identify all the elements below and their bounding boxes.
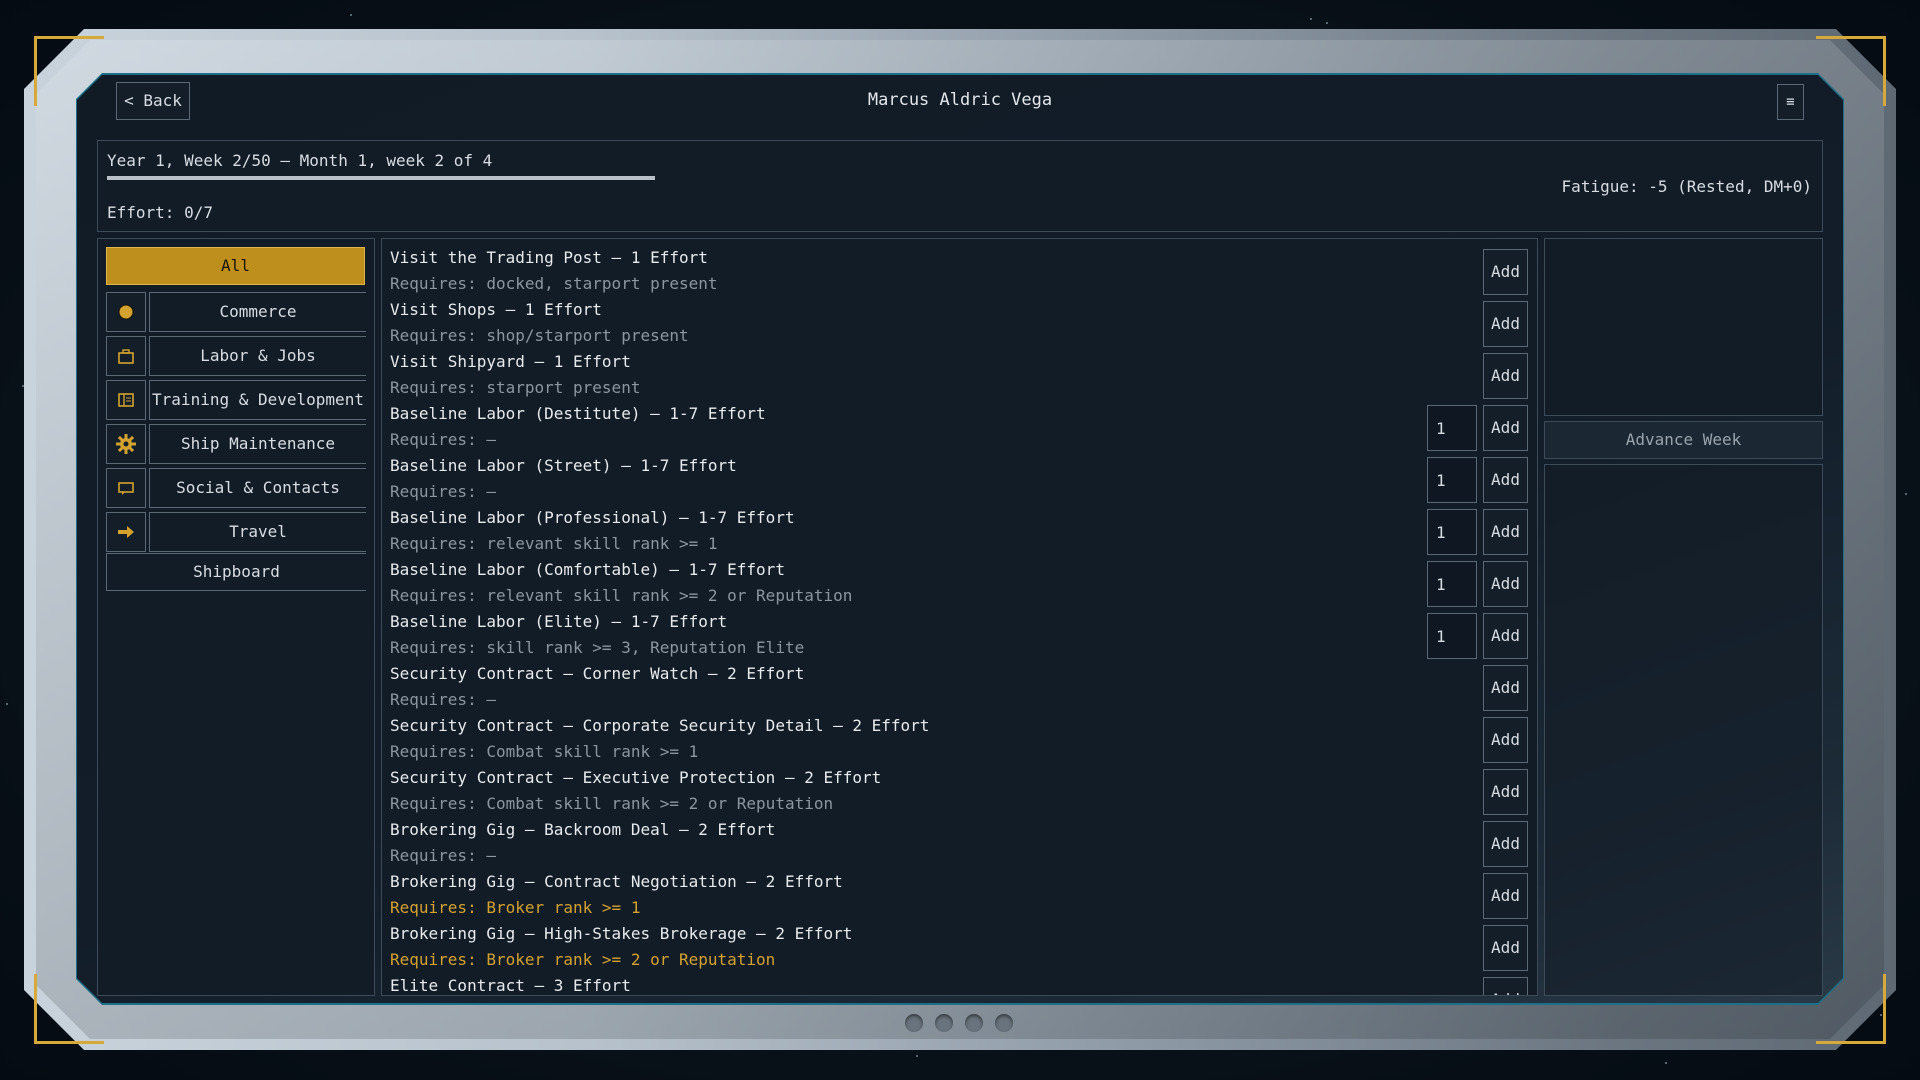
- add-activity-button[interactable]: Add: [1483, 249, 1528, 295]
- star: [1905, 493, 1907, 495]
- date-line: Year 1, Week 2/50 — Month 1, week 2 of 4: [107, 151, 493, 170]
- activity-row: Elite Contract — 3 Effort Add: [390, 967, 1528, 995]
- star: [916, 1055, 918, 1057]
- activity-row: Baseline Labor (Professional) — 1-7 Effo…: [390, 499, 1528, 555]
- briefcase-icon: [106, 336, 146, 376]
- activity-row: Baseline Labor (Street) — 1-7 Effort Requ…: [390, 447, 1528, 503]
- category-all[interactable]: All: [106, 247, 365, 285]
- back-button[interactable]: < Back: [116, 82, 190, 120]
- schedule-queue-panel: [1544, 238, 1823, 416]
- gear-icon: [106, 424, 146, 464]
- category-label: Travel: [149, 512, 366, 552]
- details-panel: [1544, 464, 1823, 996]
- activity-name: Visit Shipyard — 1 Effort: [390, 352, 631, 371]
- activity-name: Security Contract — Corporate Security D…: [390, 716, 930, 735]
- add-activity-button[interactable]: Add: [1483, 353, 1528, 399]
- activity-name: Brokering Gig — High-Stakes Brokerage — …: [390, 924, 853, 943]
- activity-row: Brokering Gig — Backroom Deal — 2 Effort…: [390, 811, 1528, 867]
- activity-row: Security Contract — Executive Protection…: [390, 759, 1528, 815]
- add-activity-button[interactable]: Add: [1483, 873, 1528, 919]
- add-activity-button[interactable]: Add: [1483, 925, 1528, 971]
- add-activity-button[interactable]: Add: [1483, 405, 1528, 451]
- activity-name: Security Contract — Executive Protection…: [390, 768, 882, 787]
- effort-quantity-input[interactable]: [1427, 509, 1477, 555]
- category-shipboard[interactable]: Shipboard: [106, 553, 366, 591]
- category-social-contacts[interactable]: Social & Contacts: [106, 468, 366, 508]
- category-label: Commerce: [149, 292, 366, 332]
- activity-name: Baseline Labor (Professional) — 1-7 Effo…: [390, 508, 795, 527]
- activity-row: Security Contract — Corporate Security D…: [390, 707, 1528, 763]
- pager-dots: [905, 1014, 1013, 1032]
- activity-row: Brokering Gig — High-Stakes Brokerage — …: [390, 915, 1528, 971]
- status-panel: Year 1, Week 2/50 — Month 1, week 2 of 4…: [97, 140, 1823, 232]
- add-activity-button[interactable]: Add: [1483, 665, 1528, 711]
- page-title: Marcus Aldric Vega: [867, 90, 1053, 110]
- category-label: Social & Contacts: [149, 468, 366, 508]
- chat-icon: [106, 468, 146, 508]
- activity-row: Visit Shipyard — 1 Effort Requires: starp…: [390, 343, 1528, 399]
- add-activity-button[interactable]: Add: [1483, 821, 1528, 867]
- activity-row: Baseline Labor (Comfortable) — 1-7 Effor…: [390, 551, 1528, 607]
- category-sidebar: All Commerce Labor & Jobs Training & Dev…: [97, 238, 375, 996]
- advance-week-button[interactable]: Advance Week: [1544, 421, 1823, 459]
- star: [6, 703, 8, 705]
- activity-row: Baseline Labor (Destitute) — 1-7 Effort R…: [390, 395, 1528, 451]
- pager-dot: [905, 1014, 923, 1032]
- arrow-right-icon: [106, 512, 146, 552]
- activity-name: Brokering Gig — Contract Negotiation — 2…: [390, 872, 843, 891]
- add-activity-button[interactable]: Add: [1483, 613, 1528, 659]
- star: [1326, 22, 1328, 24]
- add-activity-button[interactable]: Add: [1483, 561, 1528, 607]
- activity-name: Visit Shops — 1 Effort: [390, 300, 602, 319]
- activity-name: Baseline Labor (Destitute) — 1-7 Effort: [390, 404, 766, 423]
- effort-quantity-input[interactable]: [1427, 613, 1477, 659]
- add-activity-button[interactable]: Add: [1483, 717, 1528, 763]
- category-label: Ship Maintenance: [149, 424, 366, 464]
- star: [1665, 1062, 1667, 1064]
- add-activity-button[interactable]: Add: [1483, 509, 1528, 555]
- add-activity-button[interactable]: Add: [1483, 769, 1528, 815]
- effort-quantity-input[interactable]: [1427, 457, 1477, 503]
- fatigue-status: Fatigue: -5 (Rested, DM+0): [1561, 177, 1812, 196]
- activity-name: Visit the Trading Post — 1 Effort: [390, 248, 708, 267]
- book-icon: [106, 380, 146, 420]
- category-label: Labor & Jobs: [149, 336, 366, 376]
- category-commerce[interactable]: Commerce: [106, 292, 366, 332]
- star: [1310, 18, 1312, 20]
- star: [22, 385, 24, 387]
- activity-row: Visit the Trading Post — 1 Effort Require…: [390, 239, 1528, 295]
- add-activity-button[interactable]: Add: [1483, 457, 1528, 503]
- effort-counter: Effort: 0/7: [107, 203, 213, 222]
- activity-name: Security Contract — Corner Watch — 2 Eff…: [390, 664, 805, 683]
- add-activity-button[interactable]: Add: [1483, 977, 1528, 995]
- menu-button[interactable]: ≡: [1777, 84, 1804, 120]
- activity-row: Security Contract — Corner Watch — 2 Eff…: [390, 655, 1528, 711]
- pager-dot: [995, 1014, 1013, 1032]
- activity-list[interactable]: Visit the Trading Post — 1 Effort Require…: [381, 238, 1538, 996]
- pager-dot: [935, 1014, 953, 1032]
- week-progress-bar: [107, 176, 655, 180]
- activity-name: Elite Contract — 3 Effort: [390, 976, 631, 995]
- effort-quantity-input[interactable]: [1427, 405, 1477, 451]
- category-training-development[interactable]: Training & Development: [106, 380, 366, 420]
- activity-name: Baseline Labor (Elite) — 1-7 Effort: [390, 612, 728, 631]
- activity-row: Baseline Labor (Elite) — 1-7 Effort Requi…: [390, 603, 1528, 659]
- effort-quantity-input[interactable]: [1427, 561, 1477, 607]
- category-travel[interactable]: Travel: [106, 512, 366, 552]
- category-ship-maintenance[interactable]: Ship Maintenance: [106, 424, 366, 464]
- activity-name: Baseline Labor (Street) — 1-7 Effort: [390, 456, 737, 475]
- circle-icon: [106, 292, 146, 332]
- activity-row: Brokering Gig — Contract Negotiation — 2…: [390, 863, 1528, 919]
- activity-name: Brokering Gig — Backroom Deal — 2 Effort: [390, 820, 776, 839]
- pager-dot: [965, 1014, 983, 1032]
- category-label: Training & Development: [149, 380, 366, 420]
- activity-row: Visit Shops — 1 Effort Requires: shop/sta…: [390, 291, 1528, 347]
- category-labor-jobs[interactable]: Labor & Jobs: [106, 336, 366, 376]
- activity-name: Baseline Labor (Comfortable) — 1-7 Effor…: [390, 560, 785, 579]
- star: [350, 14, 352, 16]
- add-activity-button[interactable]: Add: [1483, 301, 1528, 347]
- week-progress-fill: [107, 176, 655, 180]
